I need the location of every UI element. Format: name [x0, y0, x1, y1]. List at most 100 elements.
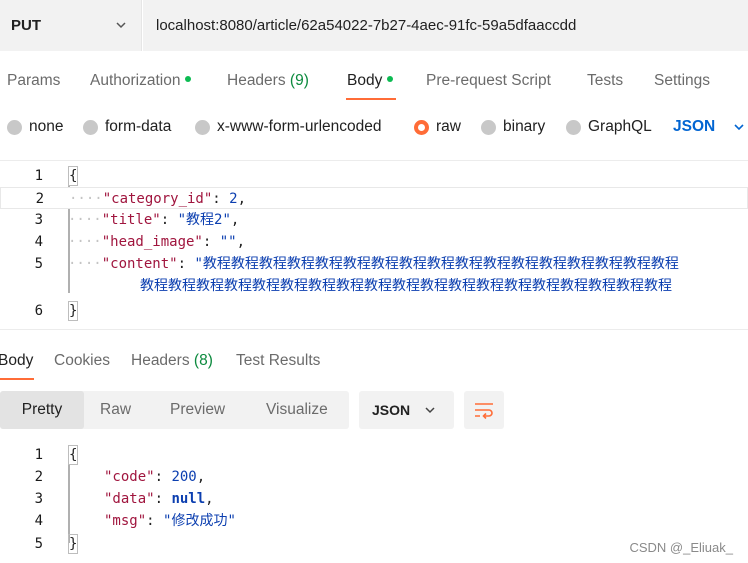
radio-circle — [195, 119, 210, 135]
brace-close: } — [68, 301, 79, 321]
body-type-radios: none form-data x-www-form-urlencoded raw… — [0, 112, 748, 142]
tab-label: Headers — [131, 352, 190, 369]
code-text: "data": null, — [104, 491, 214, 507]
code-line-wrapped: 教程教程教程教程教程教程教程教程教程教程教程教程教程教程教程教程教程教程教程 — [0, 275, 748, 297]
indicator-dot-icon — [185, 75, 192, 82]
radio-label: x-www-form-urlencoded — [217, 118, 382, 135]
code-line: 2 ····"category_id": 2, — [0, 187, 748, 209]
line-number: 2 — [35, 191, 44, 207]
radio-circle-selected — [414, 119, 429, 135]
code-text: ····"content": "教程教程教程教程教程教程教程教程教程教程教程教程… — [68, 256, 679, 272]
response-format-select[interactable]: JSON — [359, 391, 454, 429]
line-number: 4 — [34, 513, 43, 529]
chevron-down-icon — [734, 124, 744, 131]
code-text: ····"title": "教程2", — [68, 212, 240, 228]
line-number: 2 — [34, 469, 43, 485]
code-text: } — [68, 533, 79, 555]
code-line: 4 "msg": "修改成功" — [0, 510, 748, 532]
wrap-lines-icon — [475, 403, 493, 419]
line-number: 3 — [34, 491, 43, 507]
radio-label: raw — [436, 118, 461, 135]
radio-raw[interactable]: raw — [414, 118, 461, 136]
code-line: 2 "code": 200, — [0, 466, 748, 488]
url-bar: PUT localhost:8080/article/62a54022-7b27… — [0, 0, 748, 51]
tab-count: (8) — [193, 352, 213, 369]
tab-pre-request-script[interactable]: Pre-request Script — [426, 72, 551, 90]
radio-label: form-data — [105, 118, 172, 135]
request-tabs: Params Authorization Headers (9) Body Pr… — [0, 60, 748, 102]
radio-circle — [566, 119, 581, 135]
tab-count: (9) — [289, 72, 309, 89]
code-line: 3 "data": null, — [0, 488, 748, 510]
line-number: 3 — [34, 212, 43, 228]
indicator-dot-icon — [387, 75, 394, 82]
view-preview-button[interactable]: Preview — [170, 391, 225, 429]
radio-x-www-form-urlencoded[interactable]: x-www-form-urlencoded — [195, 118, 382, 136]
radio-label: GraphQL — [588, 118, 652, 135]
view-mode-toolbar: Pretty Raw Preview Visualize — [0, 391, 349, 429]
tab-label: Authorization — [90, 72, 181, 89]
tab-body[interactable]: Body — [347, 72, 394, 90]
radio-circle — [7, 119, 22, 135]
radio-none[interactable]: none — [7, 118, 63, 136]
response-tab-headers[interactable]: Headers (8) — [131, 352, 213, 370]
watermark: CSDN @_Eliuak_ — [629, 540, 733, 555]
code-text: { — [68, 444, 79, 466]
body-format-select[interactable]: JSON — [673, 118, 745, 136]
response-tab-test-results[interactable]: Test Results — [236, 352, 320, 370]
code-text: ····"category_id": 2, — [69, 191, 247, 207]
brace-close: } — [68, 534, 79, 554]
radio-binary[interactable]: binary — [481, 118, 545, 136]
code-text: 教程教程教程教程教程教程教程教程教程教程教程教程教程教程教程教程教程教程教程 — [140, 278, 672, 294]
request-body-editor[interactable]: 1 { 2 ····"category_id": 2, 3 ····"title… — [0, 160, 748, 330]
method-label: PUT — [11, 17, 41, 34]
radio-graphql[interactable]: GraphQL — [566, 118, 652, 136]
wrap-lines-button[interactable] — [464, 391, 504, 429]
code-line: 1 { — [0, 165, 748, 187]
radio-circle — [83, 119, 98, 135]
response-tabs: Body Cookies Headers (8) Test Results — [0, 344, 748, 380]
line-number: 4 — [34, 234, 43, 250]
view-visualize-button[interactable]: Visualize — [266, 391, 328, 429]
line-number: 5 — [34, 256, 43, 272]
line-number: 1 — [34, 168, 43, 184]
code-text: { — [68, 165, 79, 187]
radio-form-data[interactable]: form-data — [83, 118, 171, 136]
line-number: 6 — [34, 303, 43, 319]
tab-label: Headers — [227, 72, 286, 89]
code-text: "msg": "修改成功" — [104, 513, 236, 529]
radio-label: none — [29, 118, 64, 135]
code-line: 6 } — [0, 300, 748, 322]
tab-tests[interactable]: Tests — [587, 72, 623, 90]
code-text: } — [68, 300, 79, 322]
tab-authorization[interactable]: Authorization — [90, 72, 192, 90]
brace-open: { — [68, 445, 79, 465]
tab-settings[interactable]: Settings — [654, 72, 710, 90]
active-tab-underline — [0, 378, 34, 380]
tab-label: Body — [347, 72, 383, 89]
chevron-down-icon — [425, 407, 435, 414]
code-line: 1 { — [0, 444, 748, 466]
line-number: 1 — [34, 447, 43, 463]
tab-headers[interactable]: Headers (9) — [227, 72, 309, 90]
response-tab-body[interactable]: Body — [0, 352, 33, 370]
view-raw-button[interactable]: Raw — [100, 391, 131, 429]
response-tab-cookies[interactable]: Cookies — [54, 352, 110, 370]
chevron-down-icon — [116, 22, 126, 29]
line-number: 5 — [34, 536, 43, 552]
url-input[interactable]: localhost:8080/article/62a54022-7b27-4ae… — [143, 0, 748, 51]
code-line: 4 ····"head_image": "", — [0, 231, 748, 253]
body-format-label: JSON — [673, 118, 716, 135]
code-text: "code": 200, — [104, 469, 206, 485]
method-select[interactable]: PUT — [0, 0, 142, 51]
code-text: ····"head_image": "", — [68, 234, 246, 250]
code-line: 3 ····"title": "教程2", — [0, 209, 748, 231]
code-line: 5 ····"content": "教程教程教程教程教程教程教程教程教程教程教程… — [0, 253, 748, 275]
tab-params[interactable]: Params — [7, 72, 60, 90]
brace-open: { — [68, 166, 79, 186]
view-pretty-button[interactable]: Pretty — [0, 391, 84, 429]
radio-circle — [481, 119, 496, 135]
radio-label: binary — [503, 118, 546, 135]
active-tab-underline — [346, 98, 396, 100]
response-format-label: JSON — [372, 402, 411, 418]
